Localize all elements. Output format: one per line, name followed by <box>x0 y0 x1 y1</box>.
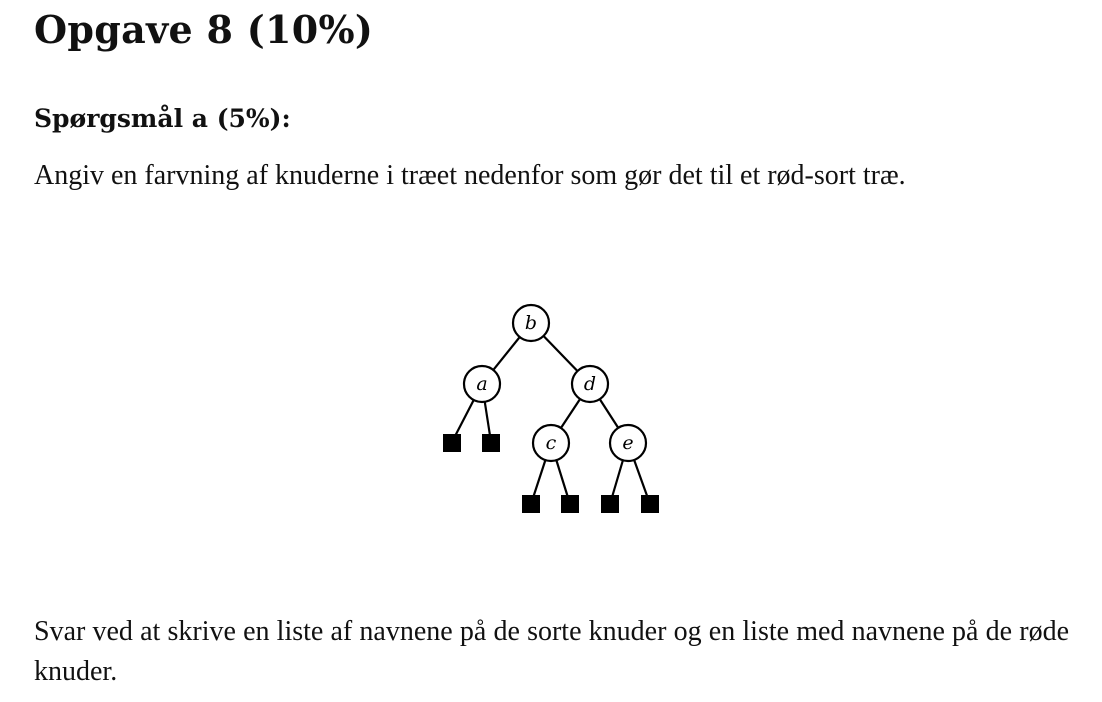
tree-node-a: a <box>462 364 502 404</box>
question-a-prompt: Angiv en farvning af knuderne i træet ne… <box>34 160 906 191</box>
answer-instructions: Svar ved at skrive en liste af navnene p… <box>34 616 1069 687</box>
nil-leaf <box>482 434 500 452</box>
red-black-tree-diagram: b a d c e <box>400 290 700 530</box>
nil-leaf <box>443 434 461 452</box>
nil-leaf <box>641 495 659 513</box>
tree-node-b: b <box>511 303 551 343</box>
node-label-d: d <box>584 373 596 395</box>
node-label-e: e <box>622 432 633 454</box>
nil-leaf <box>522 495 540 513</box>
exam-page: Opgave 8 (10%) Spørgsmål a (5%): Angiv e… <box>0 0 1102 702</box>
nil-leaf <box>601 495 619 513</box>
tree-svg: b a d c e <box>443 303 659 513</box>
node-label-a: a <box>476 373 487 395</box>
tree-node-c: c <box>531 423 571 463</box>
question-a-heading: Spørgsmål a (5%): <box>34 104 291 133</box>
exercise-heading: Opgave 8 (10%) <box>34 7 374 52</box>
nil-leaf <box>561 495 579 513</box>
tree-node-d: d <box>570 364 610 404</box>
node-label-c: c <box>546 432 557 454</box>
tree-node-e: e <box>608 423 648 463</box>
node-label-b: b <box>525 312 537 334</box>
